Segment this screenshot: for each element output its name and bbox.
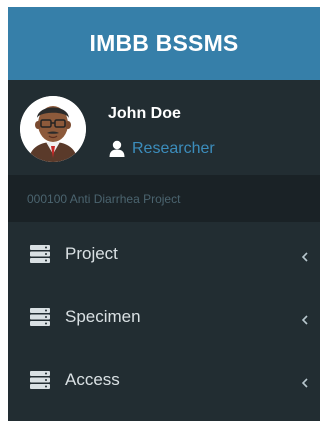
sidebar-menu: Project Specimen Access	[8, 222, 320, 411]
page: IMBB BSSMS John Doe Researcher 000100 An…	[0, 0, 325, 421]
server-icon	[30, 244, 50, 263]
sidebar-item-project[interactable]: Project	[8, 222, 320, 285]
user-panel: John Doe Researcher	[8, 80, 320, 175]
server-icon	[30, 370, 50, 389]
chevron-left-icon	[300, 311, 310, 325]
app-logo[interactable]: IMBB BSSMS	[8, 7, 320, 80]
sidebar-item-label: Project	[65, 243, 118, 263]
user-name: John Doe	[108, 105, 181, 122]
sidebar-item-access[interactable]: Access	[8, 348, 320, 411]
user-icon	[108, 140, 126, 158]
sidebar-item-label: Specimen	[65, 306, 141, 326]
user-role-label: Researcher	[132, 140, 215, 157]
avatar	[20, 96, 86, 162]
current-project: 000100 Anti Diarrhea Project	[8, 175, 320, 222]
chevron-left-icon	[300, 374, 310, 388]
sidebar-item-specimen[interactable]: Specimen	[8, 285, 320, 348]
user-role-link[interactable]: Researcher	[108, 140, 215, 158]
sidebar-item-label: Access	[65, 369, 120, 389]
server-icon	[30, 307, 50, 326]
chevron-left-icon	[300, 248, 310, 262]
sidebar: IMBB BSSMS John Doe Researcher 000100 An…	[8, 7, 320, 421]
